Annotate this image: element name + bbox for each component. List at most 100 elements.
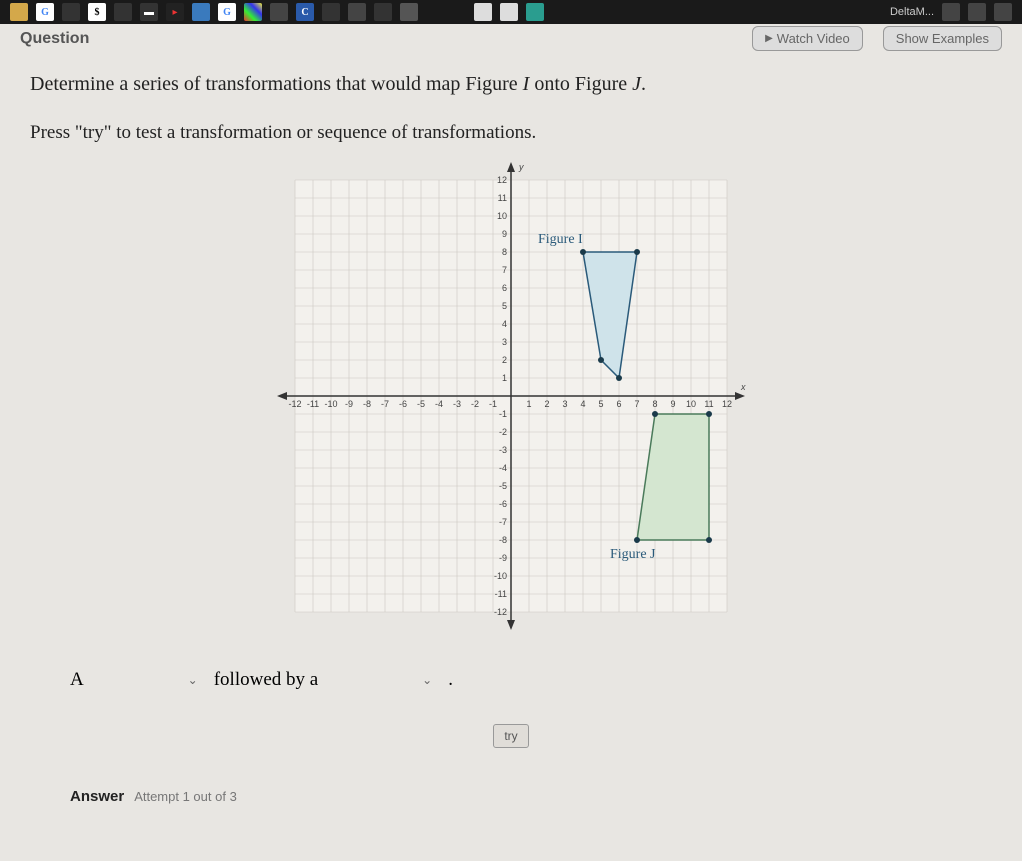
dollar-icon[interactable]: $	[88, 3, 106, 21]
svg-text:11: 11	[704, 399, 713, 409]
taskbar-icon-8[interactable]	[192, 3, 210, 21]
tray-icon-3[interactable]	[994, 3, 1012, 21]
svg-text:6: 6	[502, 283, 507, 293]
c-icon[interactable]: C	[296, 3, 314, 21]
taskbar: G $ ▬ ▸ G C DeltaM...	[0, 0, 1022, 24]
svg-text:12: 12	[722, 399, 732, 409]
taskbar-icon-5[interactable]	[114, 3, 132, 21]
svg-text:-9: -9	[345, 399, 353, 409]
svg-text:12: 12	[497, 175, 507, 185]
svg-text:-3: -3	[499, 445, 507, 455]
svg-text:-1: -1	[489, 399, 497, 409]
taskbar-icon-14[interactable]	[348, 3, 366, 21]
header-row: Question ▶ Watch Video Show Examples	[0, 24, 1022, 53]
svg-text:10: 10	[686, 399, 696, 409]
prompt-pre: Determine a series of transformations th…	[30, 73, 523, 95]
svg-text:-4: -4	[499, 463, 507, 473]
svg-text:-10: -10	[324, 399, 337, 409]
svg-text:-12: -12	[494, 607, 507, 617]
svg-text:-4: -4	[435, 399, 443, 409]
taskbar-icon-7[interactable]: ▸	[166, 3, 184, 21]
taskbar-icon-11[interactable]	[270, 3, 288, 21]
sentence-period: .	[448, 669, 453, 691]
delta-label: DeltaM...	[890, 6, 934, 18]
svg-text:-6: -6	[499, 499, 507, 509]
svg-text:x: x	[740, 382, 746, 392]
svg-text:2: 2	[544, 399, 549, 409]
svg-text:-11: -11	[495, 589, 507, 599]
answer-label: Answer	[70, 788, 124, 805]
taskbar-icon-16[interactable]	[400, 3, 418, 21]
svg-text:-3: -3	[453, 399, 461, 409]
transformation-sentence: A ⌄ followed by a ⌄ .	[30, 656, 992, 704]
chevron-down-icon: ⌄	[188, 673, 198, 688]
taskbar-icon-17[interactable]	[474, 3, 492, 21]
svg-text:3: 3	[502, 337, 507, 347]
svg-text:Figure J: Figure J	[610, 547, 656, 562]
svg-text:5: 5	[502, 301, 507, 311]
taskbar-app-icon[interactable]	[10, 3, 28, 21]
answer-row: Answer Attempt 1 out of 3	[30, 778, 992, 815]
svg-text:-8: -8	[363, 399, 371, 409]
instruction-text: Press "try" to test a transformation or …	[30, 122, 992, 144]
svg-text:10: 10	[497, 211, 507, 221]
svg-text:6: 6	[616, 399, 621, 409]
svg-text:1: 1	[526, 399, 531, 409]
figure-j-ref: J	[632, 73, 641, 95]
svg-text:7: 7	[502, 265, 507, 275]
attempt-text: Attempt 1 out of 3	[134, 789, 237, 804]
svg-text:1: 1	[502, 373, 507, 383]
svg-text:3: 3	[562, 399, 567, 409]
google-icon-2[interactable]: G	[218, 3, 236, 21]
taskbar-icon-18[interactable]	[500, 3, 518, 21]
svg-text:-5: -5	[499, 481, 507, 491]
svg-text:-7: -7	[499, 517, 507, 527]
prompt-post: .	[641, 73, 646, 95]
svg-text:9: 9	[670, 399, 675, 409]
svg-text:11: 11	[498, 193, 507, 203]
svg-text:-2: -2	[471, 399, 479, 409]
transformation-select-2[interactable]: ⌄	[328, 666, 438, 694]
svg-text:4: 4	[502, 319, 507, 329]
taskbar-icon-15[interactable]	[374, 3, 392, 21]
svg-text:-9: -9	[499, 553, 507, 563]
svg-text:9: 9	[502, 229, 507, 239]
question-label: Question	[20, 30, 89, 48]
google-icon[interactable]: G	[36, 3, 54, 21]
svg-text:-2: -2	[499, 427, 507, 437]
taskbar-icon-19[interactable]	[526, 3, 544, 21]
svg-text:4: 4	[580, 399, 585, 409]
svg-text:-1: -1	[499, 409, 507, 419]
discord-icon[interactable]	[62, 3, 80, 21]
sentence-followed: followed by a	[214, 669, 318, 691]
ms-icon[interactable]	[244, 3, 262, 21]
sentence-a: A	[70, 669, 84, 691]
svg-text:-6: -6	[399, 399, 407, 409]
svg-text:-10: -10	[494, 571, 507, 581]
svg-text:-7: -7	[381, 399, 389, 409]
svg-text:Figure I: Figure I	[538, 232, 583, 247]
svg-text:-11: -11	[307, 399, 319, 409]
tray-icon-2[interactable]	[968, 3, 986, 21]
taskbar-icon-13[interactable]	[322, 3, 340, 21]
svg-text:8: 8	[502, 247, 507, 257]
coordinate-graph: y x -12-11-10-9-8-7-6-5-4-3-2-1123456789…	[271, 156, 751, 636]
svg-text:5: 5	[598, 399, 603, 409]
show-examples-button[interactable]: Show Examples	[883, 26, 1002, 51]
svg-text:8: 8	[652, 399, 657, 409]
taskbar-icon-6[interactable]: ▬	[140, 3, 158, 21]
prompt-text: Determine a series of transformations th…	[30, 73, 992, 96]
svg-text:-8: -8	[499, 535, 507, 545]
try-button[interactable]: try	[493, 724, 528, 748]
show-examples-label: Show Examples	[896, 31, 989, 46]
svg-text:-5: -5	[417, 399, 425, 409]
tray-icon-1[interactable]	[942, 3, 960, 21]
svg-text:2: 2	[502, 355, 507, 365]
watch-video-label: Watch Video	[777, 31, 850, 46]
svg-text:y: y	[518, 162, 524, 172]
chevron-down-icon: ⌄	[422, 673, 432, 688]
svg-text:-12: -12	[288, 399, 301, 409]
transformation-select-1[interactable]: ⌄	[94, 666, 204, 694]
prompt-mid: onto Figure	[529, 73, 632, 95]
watch-video-button[interactable]: ▶ Watch Video	[752, 26, 863, 51]
